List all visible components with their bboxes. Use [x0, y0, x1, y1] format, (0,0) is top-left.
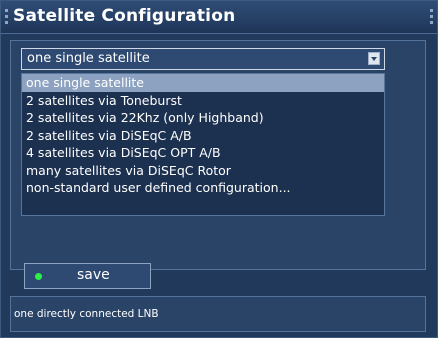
option-diseqc-opt-ab[interactable]: 4 satellites via DiSEqC OPT A/B: [22, 144, 384, 162]
option-diseqc-rotor[interactable]: many satellites via DiSEqC Rotor: [22, 162, 384, 180]
status-bar: one directly connected LNB: [10, 296, 426, 332]
select-current-value: one single satellite: [27, 51, 150, 66]
title-bar: Satellite Configuration: [1, 1, 437, 34]
drag-handle-left-icon: [5, 9, 8, 25]
option-user-defined[interactable]: non-standard user defined configuration.…: [22, 179, 384, 197]
option-toneburst[interactable]: 2 satellites via Toneburst: [22, 92, 384, 110]
option-one-single-satellite[interactable]: one single satellite: [22, 74, 384, 92]
save-label: save: [77, 267, 110, 283]
save-button[interactable]: save: [24, 263, 151, 289]
satellite-mode-options: one single satellite 2 satellites via To…: [21, 73, 385, 216]
window-title: Satellite Configuration: [13, 6, 236, 26]
option-22khz[interactable]: 2 satellites via 22Khz (only Highband): [22, 109, 384, 127]
drag-handle-right-icon: [430, 9, 433, 25]
status-text: one directly connected LNB: [14, 308, 159, 320]
chevron-down-icon[interactable]: [368, 52, 380, 65]
option-diseqc-ab[interactable]: 2 satellites via DiSEqC A/B: [22, 127, 384, 145]
satellite-mode-select[interactable]: one single satellite: [21, 48, 385, 70]
green-indicator-icon: [35, 273, 42, 280]
